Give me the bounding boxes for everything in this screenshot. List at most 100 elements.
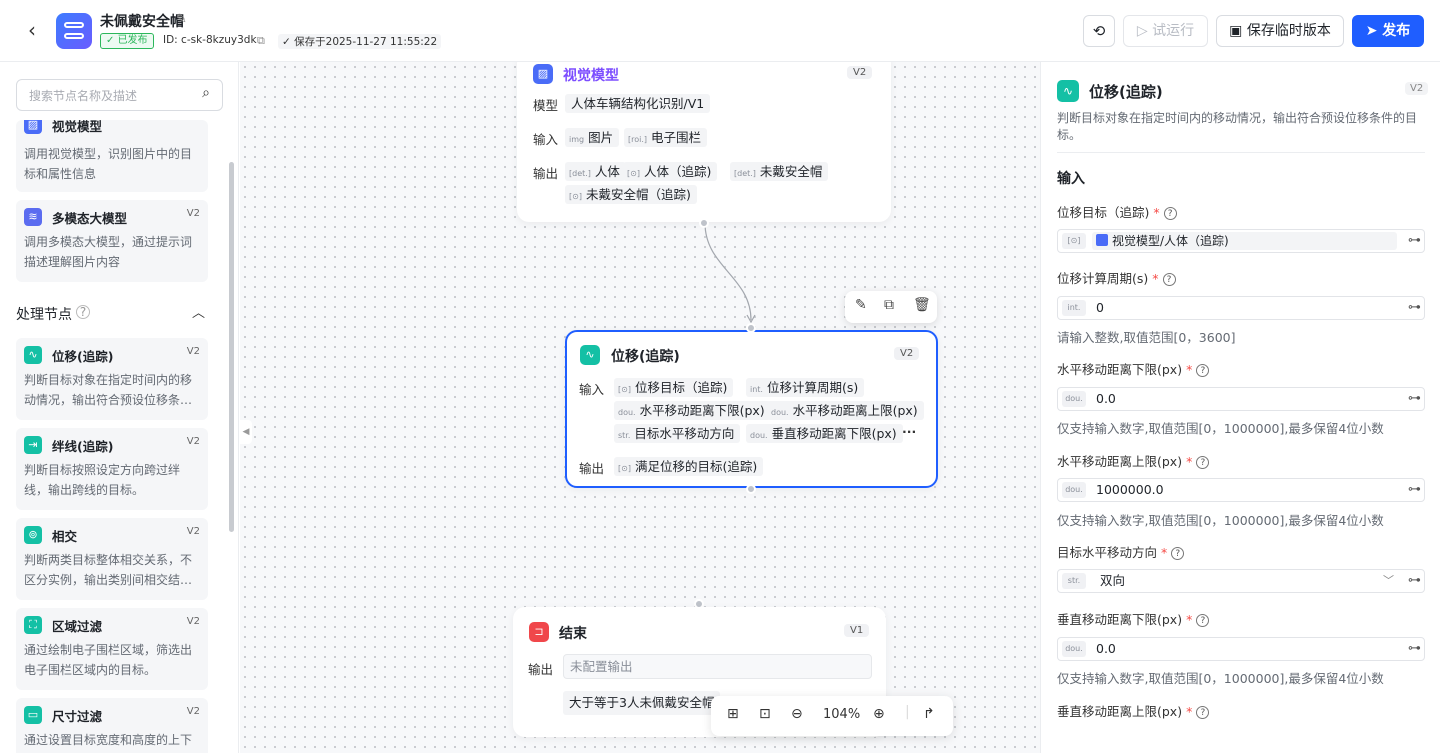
node-card-displacement[interactable]: ∿ 位移(追踪) V2 判断目标对象在指定时间内的移动情况，输出符合预设位移条… bbox=[16, 338, 208, 420]
chip-tag: [det.] bbox=[569, 169, 591, 178]
layers-icon: ≋ bbox=[24, 208, 42, 226]
link-icon[interactable]: ⊶ bbox=[1408, 230, 1421, 252]
selected-target-text: 视觉模型/人体（追踪) bbox=[1112, 234, 1229, 248]
field-hint: 仅支持输入数字,取值范围[0，1000000],最多保留4位小数 bbox=[1057, 671, 1384, 686]
fit-view-icon[interactable]: ⊡ bbox=[759, 706, 771, 722]
app-logo-icon bbox=[56, 13, 92, 49]
test-run-button[interactable]: ▷ 试运行 bbox=[1123, 15, 1208, 47]
link-icon[interactable]: ⊶ bbox=[1408, 638, 1421, 660]
zoom-in-icon[interactable]: ⊕ bbox=[873, 706, 885, 722]
node-title: 结束 bbox=[559, 626, 587, 642]
help-icon[interactable]: ? bbox=[1196, 614, 1210, 627]
node-card-name: 尺寸过滤 bbox=[52, 709, 103, 724]
node-version: V2 bbox=[847, 66, 873, 79]
field-hint: 仅支持输入数字,取值范围[0，1000000],最多保留4位小数 bbox=[1057, 513, 1384, 528]
output-port[interactable] bbox=[746, 484, 756, 494]
link-icon[interactable]: ⊶ bbox=[1408, 297, 1421, 319]
input-chip: dou. 水平移动距离下限(px) bbox=[614, 401, 771, 420]
image-icon: ▨ bbox=[533, 64, 553, 84]
input-chip: int. 位移计算周期(s) bbox=[746, 378, 865, 397]
output-port[interactable] bbox=[699, 218, 709, 228]
scrollbar[interactable] bbox=[229, 162, 234, 532]
app-title: 未佩戴安全帽 bbox=[100, 14, 184, 30]
output-chip: [det.] 人体 bbox=[565, 162, 626, 181]
text-output: 大于等于3人未佩戴安全帽 bbox=[563, 691, 721, 715]
node-card-region-filter[interactable]: ⛶ 区域过滤 V2 通过绘制电子围栏区域，筛选出电子围栏区域内的目标。 bbox=[16, 608, 208, 690]
node-version: V1 bbox=[844, 624, 870, 637]
help-icon[interactable]: ? bbox=[1163, 207, 1177, 220]
input-chip-text: 水平移动距离下限(px) bbox=[639, 403, 765, 418]
link-icon[interactable]: ⊶ bbox=[1408, 388, 1421, 410]
required-mark: * bbox=[1152, 271, 1159, 286]
node-card-tripwire[interactable]: ⇥ 绊线(追踪) V2 判断目标按照设定方向跨过绊线，输出跨线的目标。 bbox=[16, 428, 208, 510]
play-icon: ▷ bbox=[1136, 23, 1153, 39]
input-port[interactable] bbox=[746, 323, 756, 333]
help-icon[interactable]: ? bbox=[1196, 364, 1210, 377]
workflow-canvas[interactable]: ◀ ▨ 视觉模型 V2 模型 人体车辆结构化识别/V1 输入 img 图片 [ro… bbox=[240, 62, 1040, 753]
output-field[interactable]: 未配置输出 bbox=[563, 654, 872, 679]
delete-icon[interactable]: 🗑 bbox=[913, 297, 931, 313]
node-card-name: 区域过滤 bbox=[52, 619, 103, 634]
node-card-multimodal[interactable]: ≋ 多模态大模型 V2 调用多模态大模型，通过提示词描述理解图片内容 bbox=[16, 200, 208, 282]
connector-style-icon[interactable]: ↱ bbox=[923, 706, 935, 722]
image-icon bbox=[1096, 234, 1108, 246]
panel-section-title: 输入 bbox=[1057, 171, 1085, 187]
edit-icon[interactable]: ✎ bbox=[855, 297, 867, 313]
node-displacement[interactable]: ∿ 位移(追踪) V2 输入 [⊙] 位移目标（追踪) int. 位移计算周期(s)… bbox=[565, 330, 938, 488]
copy-icon[interactable]: ⧉ bbox=[257, 34, 265, 48]
input-chip: dou. 垂直移动距离下限(px) bbox=[746, 424, 903, 443]
help-icon[interactable]: ? bbox=[76, 305, 90, 319]
output-label: 输出 bbox=[533, 166, 559, 181]
layout-grid-icon[interactable]: ⊞ bbox=[727, 706, 739, 722]
horizontal-max-input[interactable]: dou. 1000000.0 ⊶ bbox=[1057, 478, 1425, 502]
input-chip: dou. 水平移动距离上限(px) bbox=[767, 401, 924, 420]
zoom-out-icon[interactable]: ⊖ bbox=[791, 706, 803, 722]
output-chip-text: 人体（追踪) bbox=[643, 164, 712, 179]
node-card-size-filter[interactable]: ▭ 尺寸过滤 V2 通过设置目标宽度和高度的上下 bbox=[16, 698, 208, 753]
duplicate-icon[interactable]: ⧉ bbox=[884, 297, 894, 313]
node-card-desc: 通过设置目标宽度和高度的上下 bbox=[24, 733, 193, 747]
direction-select[interactable]: str. 双向 ﹀ ⊶ bbox=[1057, 569, 1425, 593]
history-button[interactable]: ⟲ bbox=[1083, 15, 1115, 47]
more-inputs-icon[interactable]: ··· bbox=[902, 424, 916, 439]
node-card-vision-model[interactable]: ▨ 视觉模型 调用视觉模型，识别图片中的目标和属性信息 bbox=[16, 120, 208, 192]
field-value: 0.0 bbox=[1096, 641, 1116, 656]
link-icon[interactable]: ⊶ bbox=[1408, 479, 1421, 501]
field-label: 位移目标（追踪) *? bbox=[1057, 202, 1177, 221]
input-label: 输入 bbox=[579, 382, 605, 397]
link-icon[interactable]: ⊶ bbox=[1408, 570, 1421, 592]
node-card-desc: 通过绘制电子围栏区域，筛选出电子围栏区域内的目标。 bbox=[24, 643, 193, 677]
node-card-version: V2 bbox=[186, 706, 200, 717]
horizontal-min-input[interactable]: dou. 0.0 ⊶ bbox=[1057, 387, 1425, 411]
field-label-text: 位移目标（追踪) bbox=[1057, 205, 1150, 220]
node-card-intersect[interactable]: ⊚ 相交 V2 判断两类目标整体相交关系，不区分实例，输出类别间相交结… bbox=[16, 518, 208, 600]
node-library-panel: 搜索节点名称及描述 ⌕ ▨ 视觉模型 调用视觉模型，识别图片中的目标和属性信息 … bbox=[0, 62, 239, 753]
back-arrow-icon[interactable]: ‹ bbox=[20, 18, 44, 42]
required-mark: * bbox=[1186, 704, 1193, 719]
send-icon: ➤ bbox=[1365, 23, 1383, 39]
input-chip-text: 目标水平移动方向 bbox=[634, 426, 735, 441]
status-badge-text: 已发布 bbox=[117, 35, 148, 46]
search-placeholder: 搜索节点名称及描述 bbox=[29, 89, 138, 103]
output-chip: [det.] 未戴安全帽 bbox=[730, 162, 829, 181]
chip-tag: dou. bbox=[618, 408, 636, 417]
help-icon[interactable]: ? bbox=[1196, 706, 1210, 719]
chip-tag: dou. bbox=[750, 431, 768, 440]
toolbar-divider: | bbox=[905, 704, 910, 720]
help-icon[interactable]: ? bbox=[1162, 273, 1176, 286]
required-mark: * bbox=[1153, 205, 1160, 220]
target-selector[interactable]: [⊙] 视觉模型/人体（追踪) ⊶ bbox=[1057, 229, 1425, 253]
output-chip-text: 人体 bbox=[594, 164, 620, 179]
period-input[interactable]: int. 0 ⊶ bbox=[1057, 296, 1425, 320]
field-type-tag: int. bbox=[1062, 300, 1086, 316]
help-icon[interactable]: ? bbox=[1171, 547, 1185, 560]
save-draft-button[interactable]: ▣ 保存临时版本 bbox=[1216, 15, 1344, 47]
publish-button[interactable]: ➤ 发布 bbox=[1352, 15, 1424, 47]
node-vision-model[interactable]: ▨ 视觉模型 V2 模型 人体车辆结构化识别/V1 输入 img 图片 [roi.… bbox=[517, 62, 891, 222]
search-input[interactable]: 搜索节点名称及描述 ⌕ bbox=[16, 79, 223, 111]
output-chip: [⊙] 满足位移的目标(追踪) bbox=[614, 457, 764, 476]
help-icon[interactable]: ? bbox=[1196, 456, 1210, 469]
edit-title-icon[interactable]: ✎ bbox=[176, 12, 187, 27]
chevron-up-icon[interactable]: ︿ bbox=[192, 302, 205, 321]
vertical-min-input[interactable]: dou. 0.0 ⊶ bbox=[1057, 637, 1425, 661]
